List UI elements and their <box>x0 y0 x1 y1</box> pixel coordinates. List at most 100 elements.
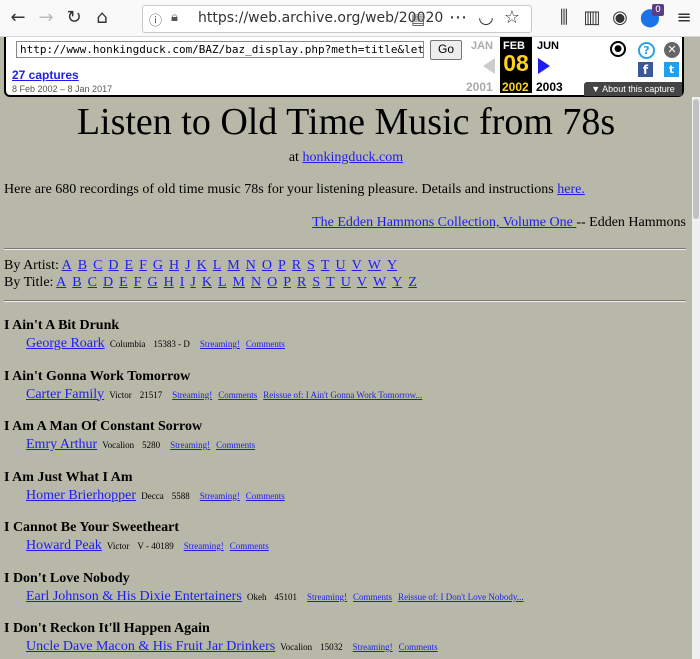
title-letter-p[interactable]: P <box>283 275 291 290</box>
comments-link[interactable]: Comments <box>230 541 269 551</box>
title-letter-z[interactable]: Z <box>408 275 417 290</box>
comments-link[interactable]: Comments <box>399 642 438 652</box>
artist-letter-g[interactable]: G <box>153 258 163 273</box>
title-letter-k[interactable]: K <box>202 275 212 290</box>
title-letter-y[interactable]: Y <box>392 275 402 290</box>
reload-icon[interactable]: ↻ <box>62 6 86 30</box>
artist-link[interactable]: Homer Brierhopper <box>26 488 136 503</box>
artist-letter-u[interactable]: U <box>335 258 345 273</box>
wayback-go-button[interactable]: Go <box>430 40 462 60</box>
facebook-icon[interactable]: f <box>638 62 653 77</box>
reissue-link[interactable]: Reissue of: I Ain't Gonna Work Tomorrow.… <box>263 390 422 400</box>
title-letter-c[interactable]: C <box>88 275 97 290</box>
bookmark-star-icon[interactable]: ☆ <box>500 6 524 30</box>
about-capture-button[interactable]: ▼ About this capture <box>584 82 682 96</box>
comments-link[interactable]: Comments <box>353 592 392 602</box>
scrollbar-thumb[interactable] <box>693 99 699 219</box>
lock-icon[interactable]: 🔒︎ <box>171 10 178 25</box>
prev-year[interactable]: 2001 <box>466 80 493 94</box>
artist-link[interactable]: Carter Family <box>26 387 104 402</box>
account-icon[interactable]: ◉ <box>608 6 632 30</box>
reissue-link[interactable]: Reissue of: I Don't Love Nobody... <box>398 592 524 602</box>
next-year[interactable]: 2003 <box>536 80 563 94</box>
artist-letter-s[interactable]: S <box>307 258 315 273</box>
artist-letter-t[interactable]: T <box>321 258 330 273</box>
title-letter-n[interactable]: N <box>251 275 261 290</box>
artist-letter-d[interactable]: D <box>108 258 118 273</box>
title-letter-v[interactable]: V <box>357 275 367 290</box>
title-letter-e[interactable]: E <box>119 275 128 290</box>
artist-letter-f[interactable]: F <box>139 258 147 273</box>
title-letter-s[interactable]: S <box>312 275 320 290</box>
artist-letter-j[interactable]: J <box>185 258 190 273</box>
artist-letter-o[interactable]: O <box>262 258 272 273</box>
title-letter-g[interactable]: G <box>147 275 157 290</box>
captures-link[interactable]: 27 captures <box>12 68 79 82</box>
prev-month[interactable]: JAN <box>471 40 493 52</box>
pocket-icon[interactable]: ◡ <box>474 6 498 30</box>
title-letter-u[interactable]: U <box>341 275 351 290</box>
comments-link[interactable]: Comments <box>246 339 285 349</box>
next-month[interactable]: JUN <box>537 40 559 52</box>
artist-letter-p[interactable]: P <box>278 258 286 273</box>
artist-link[interactable]: George Roark <box>26 336 105 351</box>
menu-icon[interactable]: ≡ <box>672 6 696 30</box>
artist-letter-a[interactable]: A <box>62 258 72 273</box>
title-letter-l[interactable]: L <box>218 275 227 290</box>
title-letter-j[interactable]: J <box>190 275 195 290</box>
artist-letter-w[interactable]: W <box>368 258 381 273</box>
artist-letter-b[interactable]: B <box>78 258 87 273</box>
artist-letter-h[interactable]: H <box>169 258 179 273</box>
artist-letter-c[interactable]: C <box>93 258 102 273</box>
title-letter-i[interactable]: I <box>180 275 185 290</box>
title-letter-a[interactable]: A <box>56 275 66 290</box>
artist-letter-m[interactable]: M <box>227 258 239 273</box>
collection-link[interactable]: The Edden Hammons Collection, Volume One <box>312 215 576 230</box>
streaming-link[interactable]: Streaming! <box>170 440 210 450</box>
title-letter-m[interactable]: M <box>233 275 245 290</box>
streaming-link[interactable]: Streaming! <box>200 339 240 349</box>
streaming-link[interactable]: Streaming! <box>172 390 212 400</box>
info-icon[interactable]: ⓘ <box>149 10 162 29</box>
artist-link[interactable]: Emry Arthur <box>26 437 97 452</box>
back-arrow-icon[interactable]: ← <box>6 6 30 30</box>
title-letter-r[interactable]: R <box>297 275 306 290</box>
comments-link[interactable]: Comments <box>218 390 257 400</box>
user-icon[interactable]: ● <box>610 41 626 57</box>
comments-link[interactable]: Comments <box>216 440 255 450</box>
artist-letter-v[interactable]: V <box>352 258 362 273</box>
title-letter-o[interactable]: O <box>267 275 277 290</box>
page-scrollbar[interactable] <box>692 97 700 659</box>
twitter-icon[interactable]: t <box>664 62 679 77</box>
wayback-url-input[interactable]: http://www.honkingduck.com/BAZ/baz_displ… <box>16 41 424 58</box>
comments-link[interactable]: Comments <box>246 491 285 501</box>
streaming-link[interactable]: Streaming! <box>307 592 347 602</box>
reader-view-icon[interactable]: ▤ <box>411 10 425 28</box>
title-letter-t[interactable]: T <box>326 275 335 290</box>
artist-letter-k[interactable]: K <box>197 258 207 273</box>
next-capture-arrow-icon[interactable] <box>538 58 550 74</box>
artist-letter-e[interactable]: E <box>125 258 134 273</box>
title-letter-f[interactable]: F <box>134 275 142 290</box>
artist-link[interactable]: Uncle Dave Macon & His Fruit Jar Drinker… <box>26 639 275 654</box>
artist-link[interactable]: Earl Johnson & His Dixie Entertainers <box>26 589 242 604</box>
artist-letter-l[interactable]: L <box>213 258 222 273</box>
artist-letter-r[interactable]: R <box>292 258 301 273</box>
details-link[interactable]: here. <box>557 182 585 197</box>
library-icon[interactable]: ⫼ <box>552 6 576 30</box>
artist-link[interactable]: Howard Peak <box>26 538 102 553</box>
site-link[interactable]: honkingduck.com <box>302 150 403 165</box>
title-letter-d[interactable]: D <box>103 275 113 290</box>
artist-letter-y[interactable]: Y <box>387 258 397 273</box>
title-letter-h[interactable]: H <box>164 275 174 290</box>
sidebar-icon[interactable]: ▥ <box>580 6 604 30</box>
title-letter-b[interactable]: B <box>72 275 81 290</box>
streaming-link[interactable]: Streaming! <box>184 541 224 551</box>
forward-arrow-icon[interactable]: → <box>34 6 58 30</box>
artist-letter-n[interactable]: N <box>246 258 256 273</box>
help-icon[interactable]: ? <box>638 42 655 59</box>
streaming-link[interactable]: Streaming! <box>200 491 240 501</box>
close-icon[interactable]: ✕ <box>664 42 680 58</box>
title-letter-w[interactable]: W <box>373 275 386 290</box>
prev-capture-arrow-icon[interactable] <box>483 58 495 74</box>
